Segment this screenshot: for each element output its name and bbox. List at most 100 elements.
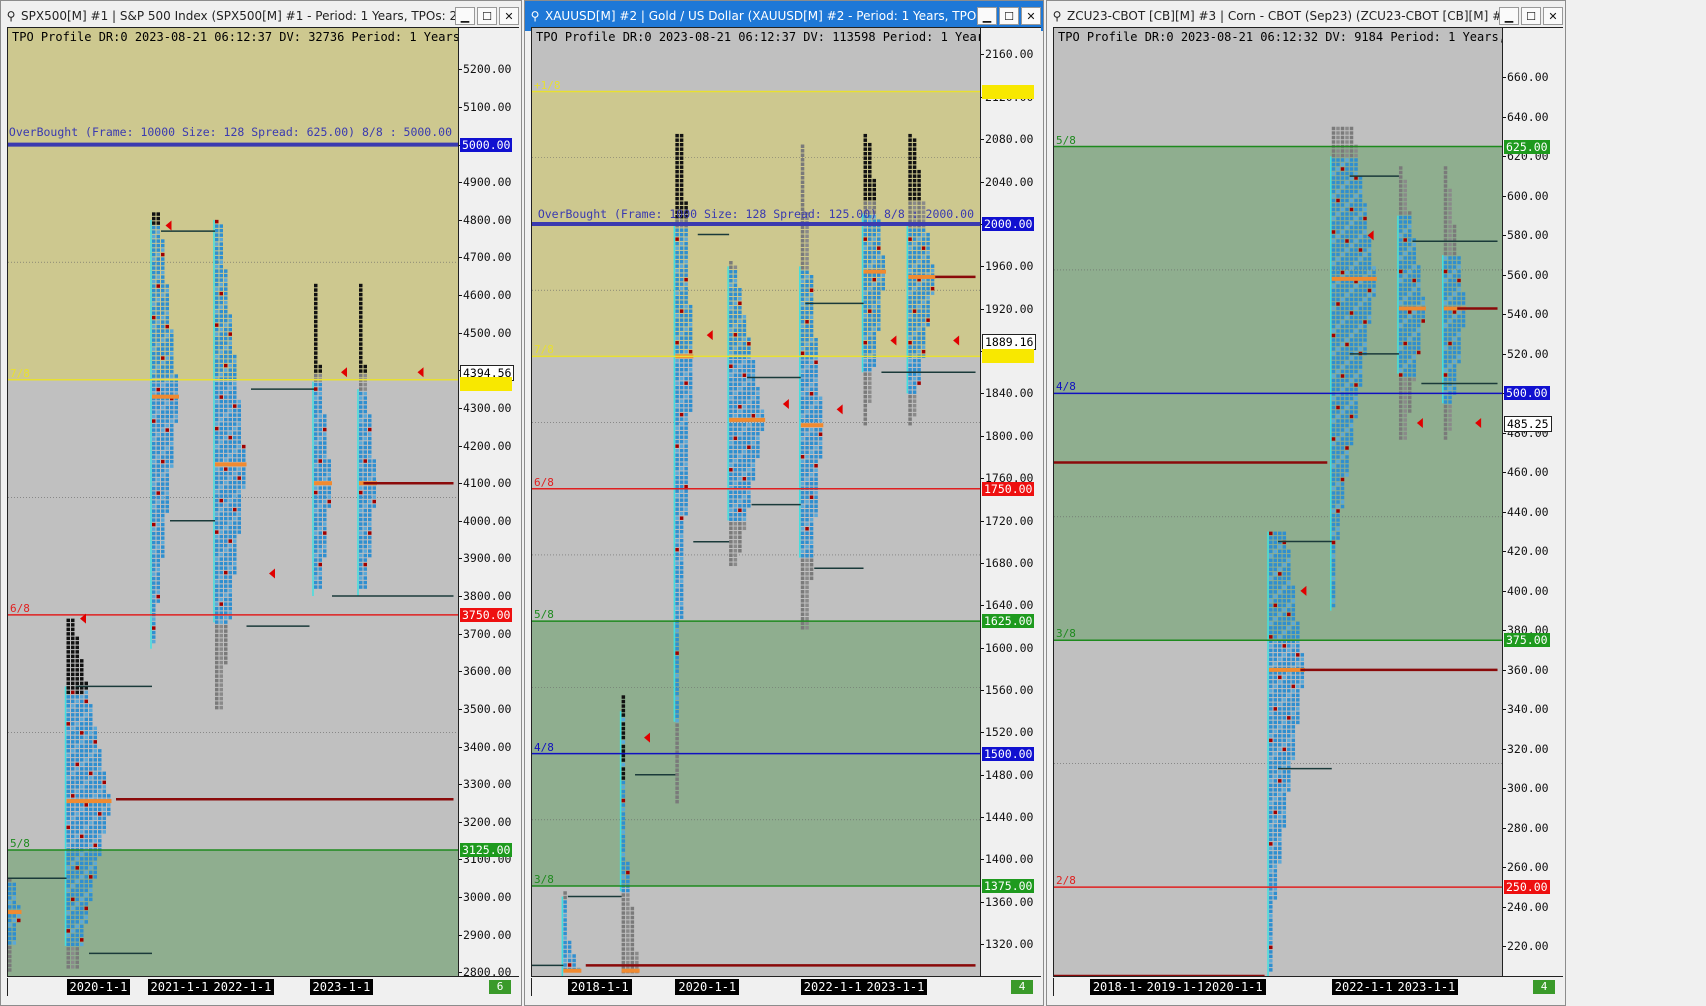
tpo-block xyxy=(733,468,738,472)
tpo-chart-plot[interactable]: TPO Profile DR:0 2023-08-21 06:12:32 DV:… xyxy=(1053,27,1503,977)
tpo-block xyxy=(71,695,75,699)
tpo-block xyxy=(80,924,84,929)
tpo-block xyxy=(733,387,738,391)
tpo-block xyxy=(733,360,738,364)
tpo-block xyxy=(621,866,626,870)
tpo-chart-plot[interactable]: TPO Profile DR:0 2023-08-21 06:12:37 DV:… xyxy=(531,27,981,977)
tpo-block xyxy=(224,408,228,413)
tpo-block xyxy=(1345,351,1349,356)
tpo-block xyxy=(733,436,738,441)
tpo-block xyxy=(684,489,688,493)
date-label: 2020-1-1 xyxy=(675,979,740,995)
tpo-block xyxy=(800,473,805,477)
price-axis[interactable]: 2160.002120.002080.002040.002000.001960.… xyxy=(981,27,1041,977)
tpo-block xyxy=(1269,675,1273,680)
tpo-block xyxy=(359,346,363,351)
tpo-block xyxy=(71,699,75,704)
tpo-block xyxy=(1278,626,1282,630)
tpo-block xyxy=(684,403,688,408)
tpo-block xyxy=(1336,239,1340,243)
tpo-block xyxy=(1412,260,1416,265)
tpo-block xyxy=(219,300,223,305)
tpo-block xyxy=(1269,743,1273,747)
close-button[interactable]: ✕ xyxy=(1543,7,1563,25)
tpo-block xyxy=(1403,265,1407,269)
tpo-block xyxy=(224,615,228,620)
tpo-block xyxy=(219,588,223,593)
tpo-block xyxy=(688,336,693,340)
tpo-block xyxy=(237,489,241,494)
tpo-block xyxy=(1354,387,1358,392)
tpo-block xyxy=(756,409,760,414)
close-button[interactable]: ✕ xyxy=(499,7,519,25)
tpo-block xyxy=(359,382,363,387)
tpo-block xyxy=(98,830,102,834)
tpo-block xyxy=(912,250,917,255)
red-triangle-marker xyxy=(836,404,843,415)
tpo-block xyxy=(800,347,805,351)
tpo-block xyxy=(1398,431,1403,436)
tpo-block xyxy=(359,414,363,418)
tpo-block xyxy=(800,527,805,531)
tpo-block xyxy=(733,495,738,499)
tpo-block xyxy=(80,776,84,780)
time-axis[interactable]: 2018-1-1 2020-1-1 2022-1-1 2023-1-1 xyxy=(531,978,981,996)
tpo-block xyxy=(323,414,327,418)
tpo-block xyxy=(1291,608,1296,612)
minimize-button[interactable]: ▁ xyxy=(1499,7,1519,25)
tpo-block xyxy=(215,498,219,503)
tpo-block xyxy=(1273,630,1278,635)
tpo-block xyxy=(1331,468,1336,473)
tpo-block xyxy=(1331,455,1336,459)
close-button[interactable]: ✕ xyxy=(1021,7,1041,25)
tpo-block xyxy=(219,629,223,633)
tpo-block xyxy=(868,358,872,363)
tpo-block xyxy=(219,647,223,651)
tpo-block xyxy=(170,441,174,446)
tpo-block xyxy=(1336,135,1340,140)
time-axis[interactable]: 2020-1-1 2021-1-1 2022-1-1 2023-1-1 xyxy=(7,978,459,996)
tpo-block xyxy=(368,423,372,427)
tpo-block xyxy=(71,636,75,641)
tpo-block xyxy=(1363,270,1367,275)
tpo-block xyxy=(1296,662,1300,666)
maximize-button[interactable]: ☐ xyxy=(1521,7,1541,25)
maximize-button[interactable]: ☐ xyxy=(999,7,1019,25)
tpo-block xyxy=(1349,369,1354,374)
tpo-block xyxy=(1403,328,1407,332)
tpo-block xyxy=(567,940,572,945)
tpo-block xyxy=(219,705,223,710)
tpo-block xyxy=(89,780,93,785)
tpo-block xyxy=(800,171,805,176)
tpo-block xyxy=(314,319,318,324)
tpo-block xyxy=(729,319,733,324)
poc-marker xyxy=(563,968,582,973)
tpo-block xyxy=(805,293,809,297)
tpo-block xyxy=(733,553,738,558)
tpo-block xyxy=(800,482,805,486)
price-tick-label: 4900.00 xyxy=(463,175,512,190)
tpo-block xyxy=(756,414,760,418)
minimize-button[interactable]: ▁ xyxy=(455,7,475,25)
maximize-button[interactable]: ☐ xyxy=(477,7,497,25)
tpo-block xyxy=(1443,287,1448,292)
price-axis[interactable]: 5200.005100.005000.004900.004800.004700.… xyxy=(459,27,519,979)
tpo-block xyxy=(1349,396,1354,401)
tpo-block xyxy=(729,364,733,369)
tpo-block xyxy=(751,391,756,396)
tpo-block xyxy=(729,342,733,346)
tpo-block xyxy=(1345,221,1349,225)
tpo-block xyxy=(215,246,219,251)
tpo-block xyxy=(1398,170,1403,175)
tpo-block xyxy=(152,558,156,563)
tpo-block xyxy=(742,477,747,481)
tpo-block xyxy=(228,467,232,471)
price-axis[interactable]: 660.00 640.00 620.00 600.00 580.00 560.00 540.… xyxy=(1503,27,1563,977)
tpo-block xyxy=(165,414,169,419)
tpo-block xyxy=(1407,229,1412,233)
tpo-block xyxy=(1336,230,1340,234)
tpo-chart-plot[interactable]: TPO Profile DR:0 2023-08-21 06:12:37 DV:… xyxy=(7,27,459,977)
date-label: 2020-1-1 xyxy=(66,979,131,995)
tpo-block xyxy=(1340,221,1345,225)
minimize-button[interactable]: ▁ xyxy=(977,7,997,25)
